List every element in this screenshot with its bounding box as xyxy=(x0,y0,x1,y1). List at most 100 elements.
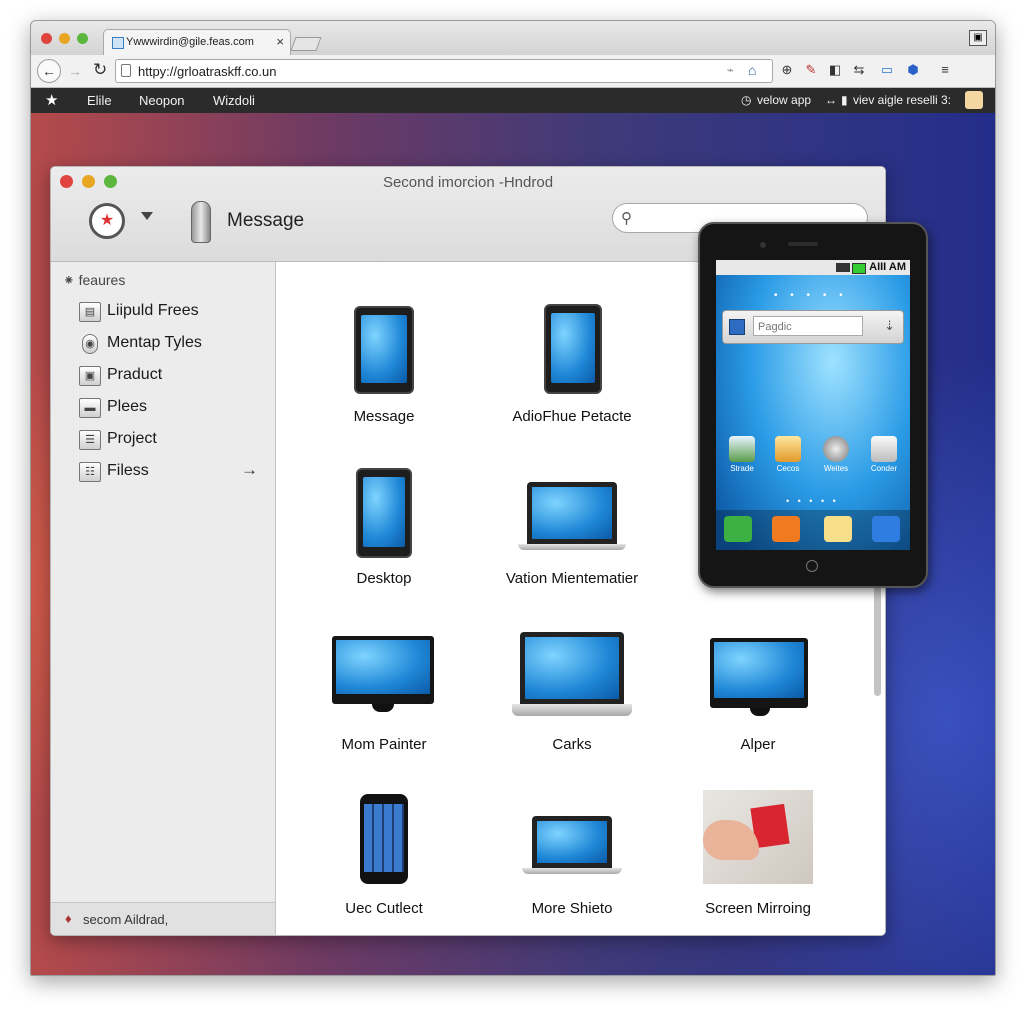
avatar[interactable] xyxy=(965,91,983,109)
phone-app[interactable]: Cecos xyxy=(768,436,808,473)
speaker-icon xyxy=(788,242,818,246)
phone-screen[interactable]: AIII AM • • • • • Pagdic ⇣ Strade Cecos … xyxy=(716,260,910,550)
tablet-icon xyxy=(356,468,412,558)
sidebar: ⁕ feaures ▤ Liipuld Frees ◉ Mentap Tyles… xyxy=(51,262,276,935)
screen-icon[interactable]: ▭ xyxy=(879,62,895,78)
contacts-icon[interactable] xyxy=(772,516,800,542)
home-button[interactable] xyxy=(806,560,818,572)
target-icon[interactable]: ★ xyxy=(89,203,125,239)
laptop-base xyxy=(522,868,622,874)
grid-item-label: Message xyxy=(353,408,415,425)
bookmark-item[interactable]: Wizdoli xyxy=(213,93,255,108)
bookmark-item[interactable]: Neopon xyxy=(139,93,185,108)
menu-icon[interactable]: ≡ xyxy=(937,62,953,78)
grid-item-label: Carks xyxy=(552,736,592,753)
tab-bar: Ywwwirdin@gile.feas.com × ▣ xyxy=(31,21,995,56)
share-icon[interactable]: ⇆ xyxy=(851,62,867,78)
camera-icon xyxy=(760,242,766,248)
phone-call-icon[interactable] xyxy=(724,516,752,542)
grid-item-adiofhue-petacte[interactable]: AdioFhue Petacte xyxy=(482,298,662,448)
globe-icon[interactable]: ⊕ xyxy=(779,62,795,78)
sidebar-footer-label: secom Aildrad, xyxy=(83,912,169,927)
file-icon: ☷ xyxy=(79,462,101,482)
grid-item-uec-cutlect[interactable]: Uec Cutlect xyxy=(294,788,474,935)
home-icon[interactable]: ⌂ xyxy=(748,62,764,78)
tablet-icon xyxy=(544,304,602,394)
sidebar-header-label: feaures xyxy=(78,272,126,288)
phone-status-bar: AIII AM xyxy=(716,260,910,275)
grid-item-message[interactable]: Message xyxy=(294,298,474,448)
sidebar-item-liipuld-frees[interactable]: ▤ Liipuld Frees xyxy=(77,300,267,324)
sidebar-item-praduct[interactable]: ▣ Praduct xyxy=(77,364,267,388)
phone-app[interactable]: Conder xyxy=(864,436,904,473)
grid-item-more-shieto[interactable]: More Shieto xyxy=(482,788,662,935)
sidebar-item-filess[interactable]: ☷ Filess xyxy=(77,460,267,484)
mail-icon[interactable] xyxy=(824,516,852,542)
address-bar[interactable]: httpy://grloatraskff.co.un ⌁ ⌂ xyxy=(115,59,773,83)
page-dots: • • • • • xyxy=(774,290,848,301)
star-icon[interactable]: ★ xyxy=(45,91,58,109)
grid-item-carks[interactable]: Carks xyxy=(482,624,662,774)
close-window-button[interactable] xyxy=(41,33,52,44)
app-title: Second imorcion -Hndrod xyxy=(382,174,554,191)
back-button[interactable]: ← xyxy=(37,59,61,83)
phone-search-widget[interactable]: Pagdic ⇣ xyxy=(722,310,904,344)
grid-item-mom-painter[interactable]: Mom Painter xyxy=(294,624,474,774)
sidebar-item-label: Praduct xyxy=(107,366,163,383)
page-dots: • • • • • xyxy=(786,496,839,506)
phone-icon xyxy=(360,794,408,884)
sidebar-item-label: Mentap Tyles xyxy=(107,334,202,351)
grid-item-screen-mirroring[interactable]: Screen Mirroing xyxy=(668,788,848,935)
grid-item-label: Uec Cutlect xyxy=(345,900,423,917)
battery-icon xyxy=(852,263,866,274)
grid-item-desktop[interactable]: Desktop xyxy=(294,460,474,610)
sidebar-footer: ♦ secom Aildrad, xyxy=(51,902,275,935)
monitor-stand xyxy=(750,708,770,716)
minimize-window-button[interactable] xyxy=(59,33,70,44)
scroll-icon: ☰ xyxy=(79,430,101,450)
laptop-icon xyxy=(520,632,624,704)
reload-icon[interactable]: ↻ xyxy=(93,60,107,80)
browser-tab[interactable]: Ywwwirdin@gile.feas.com × xyxy=(103,29,291,56)
bookmark-right-item[interactable]: velow app xyxy=(757,93,811,107)
arrow-right-icon[interactable]: → xyxy=(241,460,258,480)
phone-time: AIII AM xyxy=(869,261,906,273)
app-grid-icon[interactable] xyxy=(872,516,900,542)
clock-icon: ◷ xyxy=(741,93,752,107)
tab-close-icon[interactable]: × xyxy=(276,34,284,49)
bookmark-item[interactable]: Elile xyxy=(87,93,112,108)
new-tab-button[interactable] xyxy=(290,37,322,51)
grid-item-label: AdioFhue Petacte xyxy=(512,408,632,425)
sidebar-item-plees[interactable]: ▬ Plees xyxy=(77,396,267,420)
phone-search-input[interactable]: Pagdic xyxy=(753,316,863,336)
sidebar-item-mentap-tyles[interactable]: ◉ Mentap Tyles xyxy=(77,332,267,356)
vertical-scrollbar[interactable] xyxy=(874,586,881,696)
laptop-icon xyxy=(527,482,617,544)
laptop-base xyxy=(512,704,632,716)
bookmark-icon[interactable]: ◧ xyxy=(827,62,843,78)
forward-button[interactable]: → xyxy=(63,59,87,83)
phone-app[interactable]: Weites xyxy=(816,436,856,473)
tab-title: Ywwwirdin@gile.feas.com xyxy=(126,36,254,48)
microphone-icon[interactable] xyxy=(191,201,211,243)
window-menu-icon[interactable]: ▣ xyxy=(969,30,987,46)
monitor-icon xyxy=(710,638,808,708)
chevron-down-icon[interactable] xyxy=(141,212,153,220)
search-icon: ⚲ xyxy=(621,210,632,227)
phone-app[interactable]: Strade xyxy=(722,436,762,473)
key-icon[interactable]: ⌁ xyxy=(727,63,734,77)
android-icon: ♦ xyxy=(65,911,72,926)
grid-item-label: Mom Painter xyxy=(341,736,427,753)
shield-icon[interactable]: ⬢ xyxy=(905,62,921,78)
bookmark-right-item[interactable]: viev aigle reselli 3: xyxy=(853,93,951,107)
page-icon xyxy=(121,64,131,77)
grid-item-vation-mientematier[interactable]: Vation Mientematier xyxy=(482,460,662,610)
sidebar-item-project[interactable]: ☰ Project xyxy=(77,428,267,452)
grid-item-alper[interactable]: Alper xyxy=(668,624,848,774)
microphone-icon[interactable]: ⇣ xyxy=(884,318,895,334)
sidebar-item-label: Project xyxy=(107,430,157,447)
pen-icon[interactable]: ✎ xyxy=(803,62,819,78)
settings-icon xyxy=(823,436,849,462)
maximize-window-button[interactable] xyxy=(77,33,88,44)
phone-app-label: Cecos xyxy=(776,464,800,473)
